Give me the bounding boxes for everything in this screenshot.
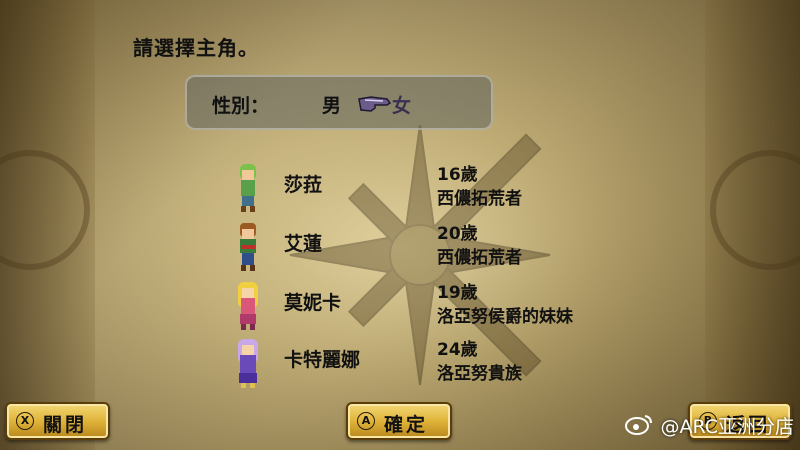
right-frame-ornament (705, 0, 800, 450)
gender-selector[interactable]: 性別： 男 女 (185, 75, 493, 130)
character-origin: 洛亞努貴族 (437, 364, 522, 384)
prompt-text: 請選擇主角。 (133, 36, 259, 60)
gender-option-female[interactable]: 女 (392, 91, 411, 118)
character-age: 20歲 (437, 224, 478, 244)
character-origin: 洛亞努侯爵的妹妹 (437, 307, 573, 327)
character-age: 24歲 (437, 340, 478, 360)
character-sprite (240, 164, 256, 212)
character-sprite (238, 282, 258, 330)
character-row-monika[interactable]: 莫妮卡 19歲 洛亞努侯爵的妹妹 (232, 278, 612, 336)
character-name: 莫妮卡 (284, 292, 342, 314)
watermark: @ARC亚洲分店 (625, 412, 794, 439)
left-frame-ornament (0, 0, 95, 450)
a-button-icon: A (357, 412, 375, 430)
character-sprite (240, 223, 256, 271)
pointing-hand-icon (358, 96, 391, 112)
compass-ornament (710, 150, 800, 270)
character-origin: 西儂拓荒者 (437, 248, 522, 268)
character-name: 莎菈 (284, 174, 323, 196)
character-age: 16歲 (437, 165, 478, 185)
gender-option-male[interactable]: 男 (322, 91, 341, 118)
gender-label: 性別： (212, 95, 270, 117)
character-row-sarah[interactable]: 莎菈 16歲 西儂拓荒者 (232, 160, 612, 218)
x-button-icon: X (16, 412, 34, 430)
close-button-label: 關閉 (43, 414, 88, 436)
character-row-katarina[interactable]: 卡特麗娜 24歲 洛亞努貴族 (232, 335, 612, 393)
confirm-button-label: 確定 (384, 414, 429, 436)
character-sprite (238, 339, 258, 388)
character-name: 卡特麗娜 (284, 349, 361, 371)
weibo-icon (625, 415, 653, 435)
character-name: 艾蓮 (284, 233, 323, 255)
close-button[interactable]: X 關閉 (5, 402, 110, 440)
character-age: 19歲 (437, 283, 478, 303)
watermark-text: @ARC亚洲分店 (660, 416, 794, 438)
compass-ornament (0, 150, 90, 270)
character-row-ellen[interactable]: 艾蓮 20歲 西儂拓荒者 (232, 219, 612, 277)
character-origin: 西儂拓荒者 (437, 189, 522, 209)
confirm-button[interactable]: A 確定 (346, 402, 452, 440)
